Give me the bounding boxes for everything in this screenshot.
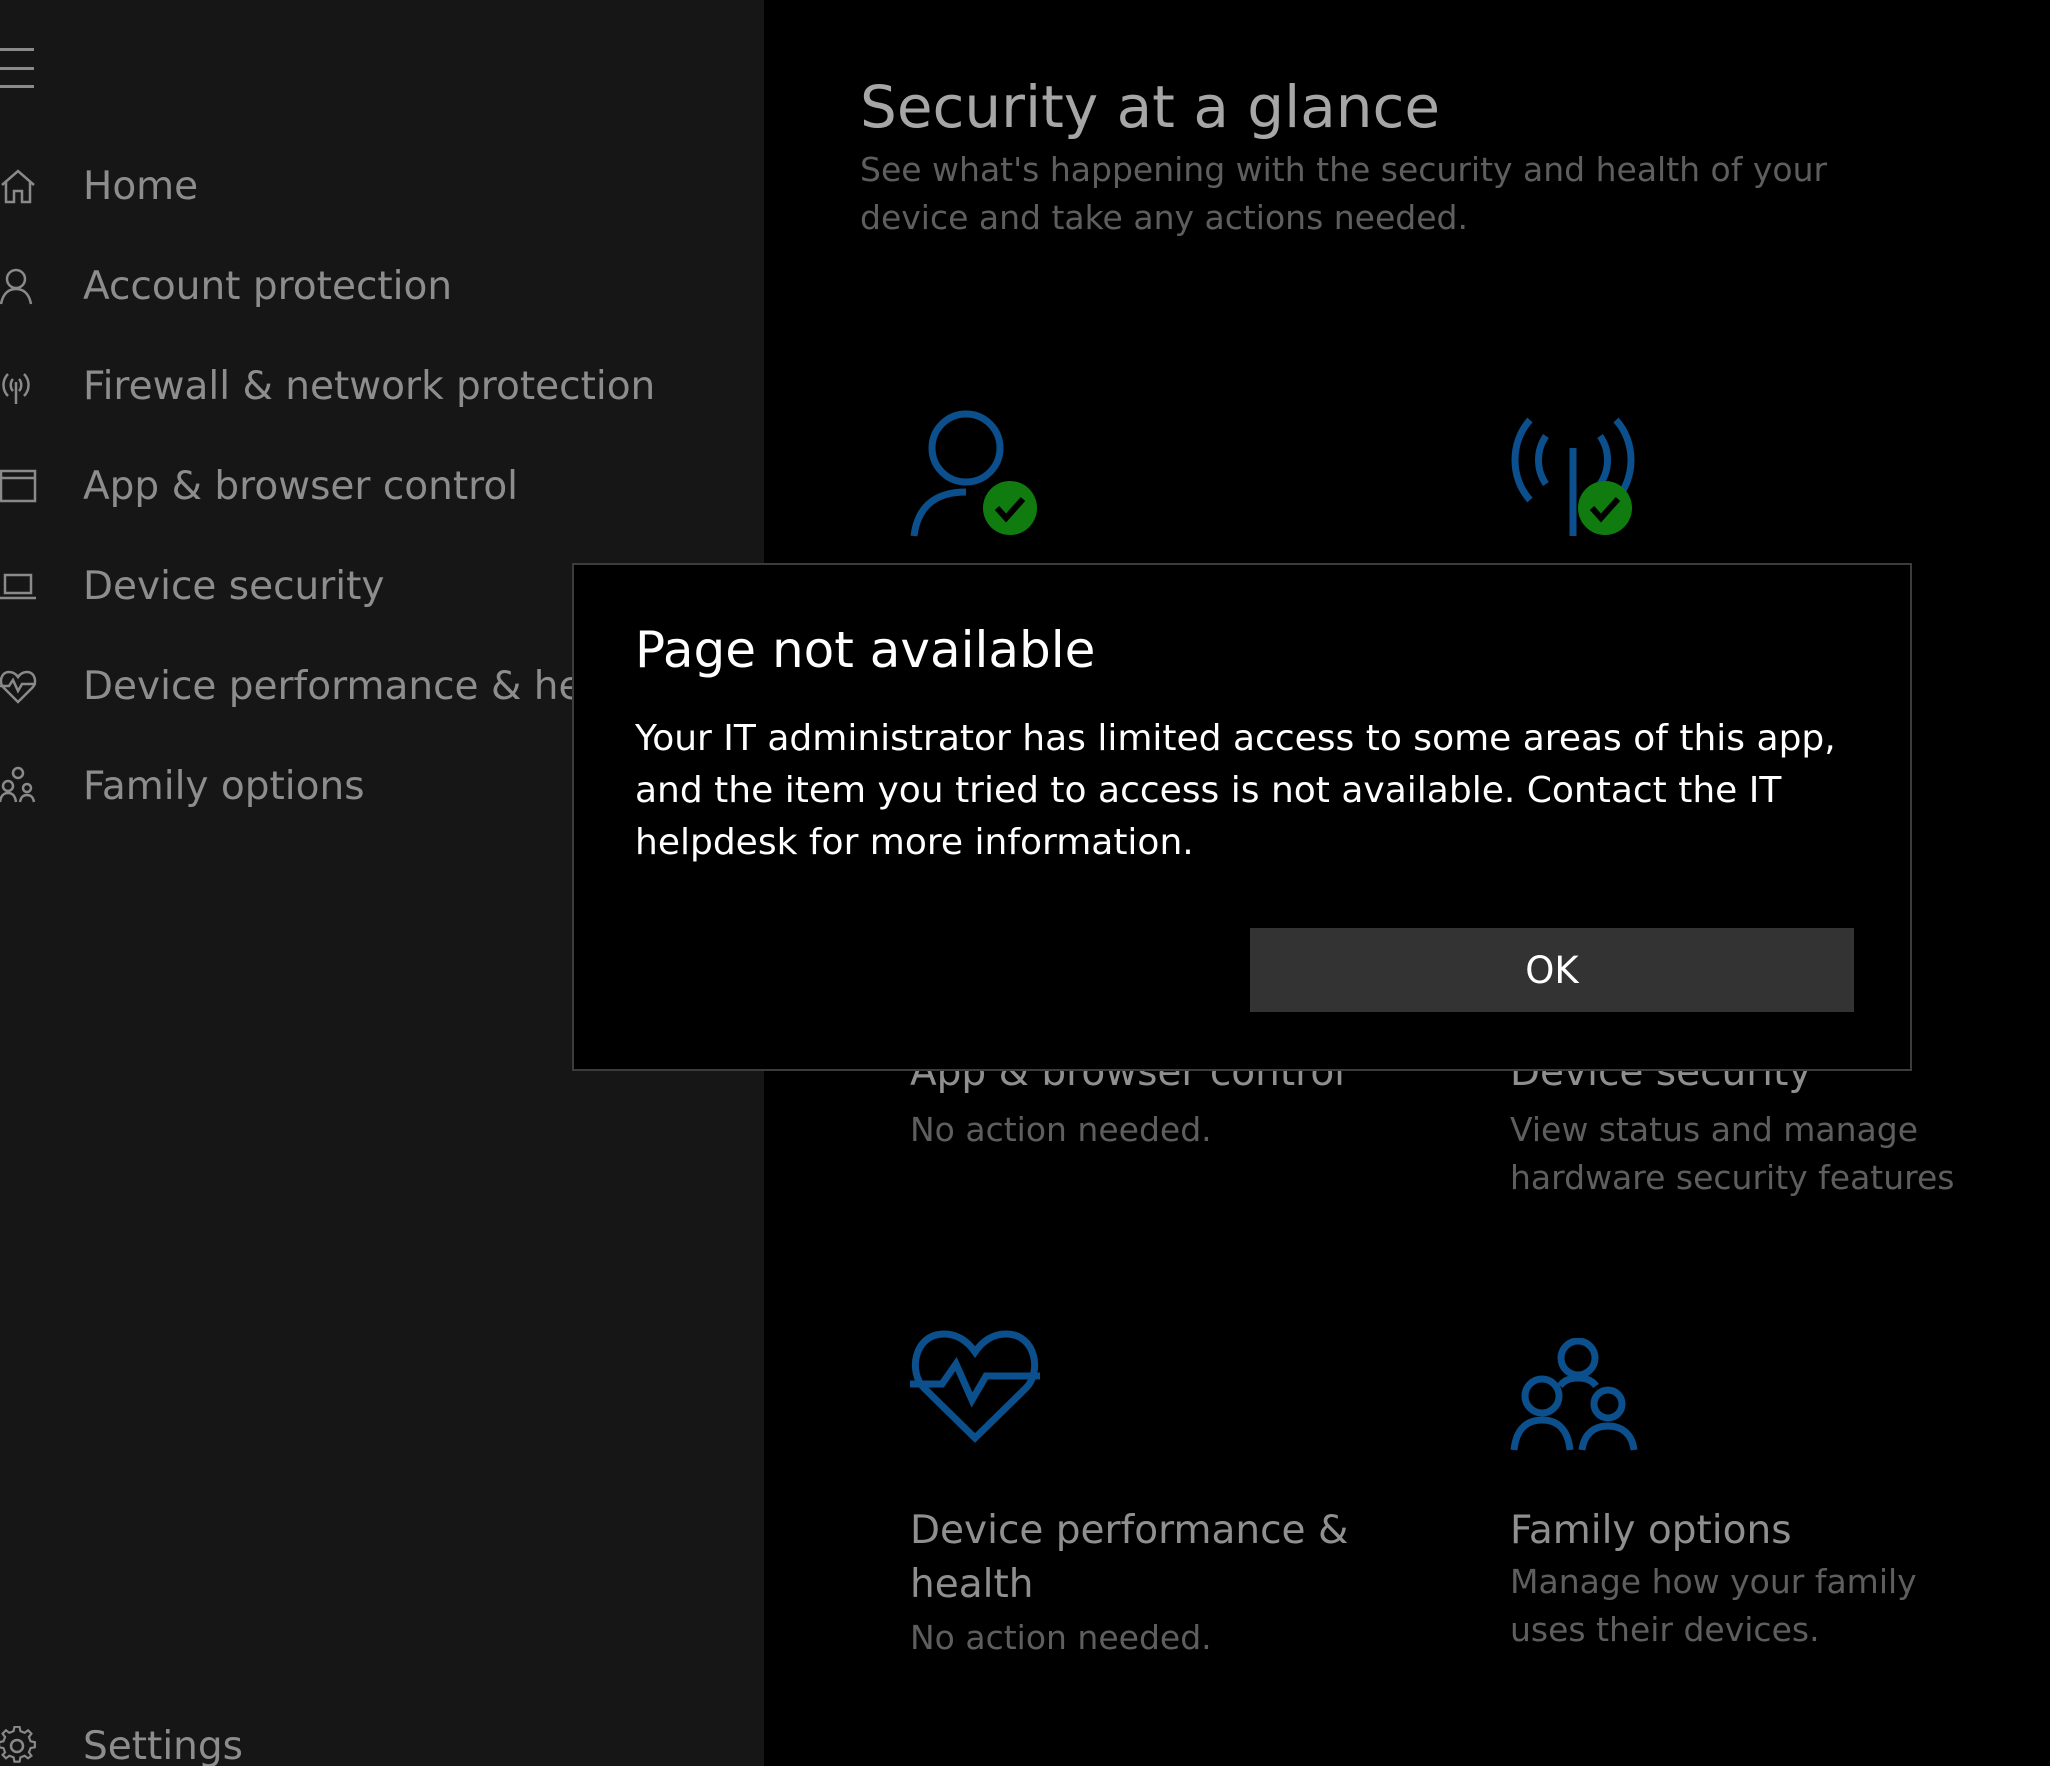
tile-desc: No action needed.: [910, 1110, 1212, 1149]
home-icon: [1, 169, 35, 204]
family-icon: [1510, 1338, 1638, 1451]
sidebar-item-label: Family options: [83, 763, 365, 809]
antenna-icon: [2, 373, 30, 404]
heart-pulse-icon: [0, 670, 37, 704]
sidebar-item-firewall[interactable]: Firewall & network protection: [0, 346, 764, 426]
sidebar-item-settings[interactable]: Settings: [0, 1706, 764, 1766]
tile-desc: Manage how your family uses their device…: [1510, 1562, 1917, 1649]
sidebar-item-account-protection[interactable]: Account protection: [0, 246, 764, 326]
person-shield-check-icon: [910, 410, 1037, 537]
ok-button[interactable]: OK: [1250, 928, 1854, 1012]
hamburger-menu-icon[interactable]: [0, 48, 36, 88]
tile-device-performance[interactable]: Device performance & health No action ne…: [910, 1328, 1410, 1668]
page-not-available-dialog: Page not available Your IT administrator…: [572, 563, 1912, 1071]
laptop-icon: [0, 573, 36, 600]
sidebar-item-home[interactable]: Home: [0, 146, 764, 226]
tile-family-options[interactable]: Family options Manage how your family us…: [1510, 1338, 2010, 1658]
sidebar-item-label: Home: [83, 163, 199, 209]
page-title: Security at a glance: [860, 72, 1441, 141]
dialog-title: Page not available: [635, 621, 1096, 679]
heart-pulse-icon: [910, 1330, 1040, 1443]
sidebar-item-label: Device security: [83, 563, 385, 609]
sidebar-item-label: App & browser control: [83, 463, 519, 509]
tile-desc: No action needed.: [910, 1618, 1212, 1657]
windows-security-app: Home Account protection Firewall & netwo…: [0, 0, 2050, 1766]
family-icon: [0, 766, 36, 803]
sidebar-item-label: Account protection: [83, 263, 453, 309]
sidebar-item-app-browser[interactable]: App & browser control: [0, 446, 764, 526]
person-icon: [0, 268, 33, 305]
sidebar-item-label: Firewall & network protection: [83, 363, 656, 409]
sidebar-item-label: Settings: [83, 1723, 243, 1766]
tile-firewall[interactable]: [1506, 408, 2006, 548]
dialog-body: Your IT administrator has limited access…: [635, 718, 1836, 863]
tile-title: Family options: [1510, 1508, 1792, 1553]
tile-title: Device performance & health: [910, 1508, 1349, 1607]
browser-window-icon: [0, 469, 37, 503]
page-subtitle: See what's happening with the security a…: [860, 150, 1828, 237]
tile-account-protection[interactable]: [910, 408, 1410, 548]
gear-icon: [0, 1726, 36, 1763]
tile-desc: View status and manage hardware security…: [1510, 1110, 1955, 1197]
antenna-check-icon: [1511, 417, 1635, 536]
